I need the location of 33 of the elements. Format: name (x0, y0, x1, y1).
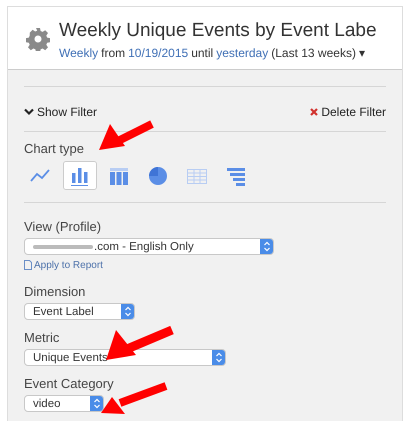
show-filter-link[interactable]: Show Filter (24, 105, 98, 119)
dropdown[interactable]: Unique Events (24, 349, 226, 366)
field-label: Dimension (24, 284, 86, 299)
field-label: View (Profile) (24, 219, 102, 234)
dropdown[interactable]: Event Label (24, 303, 135, 320)
delete-filter-link[interactable]: Delete Filter (310, 105, 386, 119)
close-icon (310, 108, 318, 116)
stepper-icon (121, 304, 134, 319)
column-chart-button[interactable] (63, 161, 97, 190)
report-title: Weekly Unique Events by Event Labe (59, 20, 377, 42)
end-date-link[interactable]: yesterday (216, 46, 268, 60)
dropdown[interactable]: .com - English Only (24, 238, 274, 255)
stepper-icon (260, 239, 273, 254)
stepper-icon (90, 396, 103, 411)
range-text: (Last 13 weeks) (271, 46, 356, 60)
until-text: until (191, 46, 214, 60)
field-label: Metric (24, 330, 60, 345)
apply-to-report-link[interactable]: Apply to Report (24, 260, 103, 270)
start-date-link[interactable]: 10/19/2015 (128, 46, 188, 60)
chevron-icon (24, 108, 34, 116)
dropdown[interactable]: video (24, 395, 104, 412)
stepper-icon (212, 350, 225, 365)
pie-chart-icon (147, 164, 169, 186)
chart-type-label: Chart type (24, 141, 84, 156)
settings-icon[interactable] (26, 27, 50, 51)
field-label: Event Category (24, 376, 114, 391)
arrow-drawing (99, 120, 154, 150)
redaction-blur (33, 244, 93, 248)
arrow-drawing (106, 326, 174, 360)
from-text: from (101, 46, 126, 60)
caret-icon[interactable]: ▾ (358, 46, 365, 60)
interval-link[interactable]: Weekly (59, 46, 98, 60)
document-icon (24, 260, 32, 270)
